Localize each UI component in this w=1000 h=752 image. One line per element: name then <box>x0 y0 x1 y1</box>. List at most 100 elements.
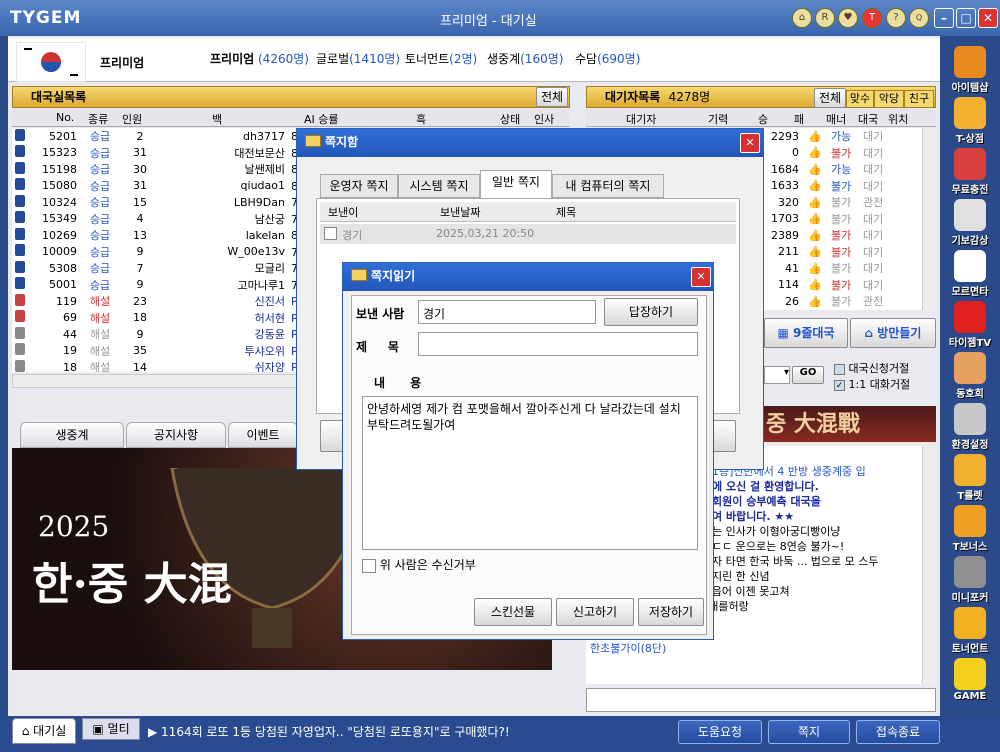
create-room-button[interactable]: ⌂ 방만들기 <box>850 318 936 348</box>
tab-event[interactable]: 이벤트 <box>228 422 298 448</box>
minimize-button[interactable]: – <box>934 8 954 28</box>
book-icon <box>15 161 25 174</box>
block-sender-option[interactable]: 위 사람은 수신거부 <box>362 556 476 573</box>
rank-icon[interactable]: R <box>815 8 835 28</box>
content-label: 내 용 <box>374 376 422 390</box>
mini-poker-icon <box>954 556 986 588</box>
read-note-close-button[interactable]: ✕ <box>691 267 711 287</box>
t-icon[interactable]: T <box>862 8 882 28</box>
sidebar-item-club[interactable]: 동호회 <box>946 352 994 400</box>
roulette-icon <box>954 454 986 486</box>
stat-live[interactable]: 생중계(160명) <box>487 50 563 67</box>
stat-premium[interactable]: 프리미엄 (4260명) <box>210 50 309 67</box>
sidebar-item-roulette[interactable]: T룰렛 <box>946 454 994 502</box>
sidebar-item-free-charge[interactable]: 무료충전 <box>946 148 994 196</box>
chat-line: ㄷㄷ 운으로는 8연승 불가~! <box>712 540 845 553</box>
t-store-icon <box>954 97 986 129</box>
report-button[interactable]: 신고하기 <box>556 598 634 626</box>
wait-tab-villain[interactable]: 악당 <box>874 90 904 108</box>
tab-live[interactable]: 생중계 <box>20 422 124 448</box>
quiz-icon[interactable]: Q <box>909 8 929 28</box>
chat-scrollbar[interactable] <box>922 446 936 684</box>
tab-notice[interactable]: 공지사항 <box>126 422 226 448</box>
note-row-checkbox[interactable] <box>324 227 337 240</box>
maximize-button[interactable]: □ <box>956 8 976 28</box>
bulb-icon[interactable]: ? <box>886 8 906 28</box>
tab-admin-note[interactable]: 운영자 쪽지 <box>320 174 398 198</box>
kifu-icon <box>954 199 986 231</box>
thumb-icon: 👍 <box>808 129 822 143</box>
reject-chat-option[interactable]: ✓ 1:1 대화거절 <box>834 376 910 392</box>
thumb-icon: 👍 <box>808 162 822 176</box>
note-list-action-button-2[interactable] <box>712 420 736 452</box>
wait-tab-friend[interactable]: 친구 <box>904 90 934 108</box>
book-icon <box>15 227 25 240</box>
sender-field[interactable]: 경기 <box>418 300 596 324</box>
reject-game-option[interactable]: 대국신청거절 <box>834 360 909 376</box>
chat-banner[interactable]: 중 大混戰 <box>760 406 936 442</box>
stat-global[interactable]: 글로벌(1410명) <box>316 50 400 67</box>
sidebar-item-tv[interactable]: 타이젬TV <box>946 301 994 349</box>
sidebar-item-shop[interactable]: 아이템샵 <box>946 46 994 94</box>
wait-list-scrollbar[interactable] <box>922 128 936 310</box>
tournament-icon <box>954 607 986 639</box>
go-dropdown[interactable]: ▾ <box>764 366 790 384</box>
app-logo: TYGEM <box>10 8 82 28</box>
book-icon <box>15 145 25 158</box>
sidebar-item-help[interactable]: 모르면타 <box>946 250 994 298</box>
stat-sudam[interactable]: 수담(690명) <box>575 50 640 67</box>
quit-button[interactable]: 접속종료 <box>856 720 940 744</box>
free-charge-icon <box>954 148 986 180</box>
thumb-icon: 👍 <box>808 212 822 226</box>
subject-field[interactable] <box>418 332 698 356</box>
chat-line: 지린 한 신념 <box>712 570 770 583</box>
sidebar-item-bonus[interactable]: T보너스 <box>946 505 994 553</box>
thumb-icon: 👍 <box>808 195 822 209</box>
multi-tab[interactable]: ▣ 멀티 <box>82 718 140 740</box>
chat-input[interactable] <box>586 688 936 712</box>
game-icon <box>954 658 986 690</box>
news-ticker[interactable]: ▶ 1164회 로또 1등 당첨된 자영업자.. "당첨된 로또용지"로 구매했… <box>148 723 510 740</box>
gift-skin-button[interactable]: 스킨선물 <box>474 598 552 626</box>
note-box-close-button[interactable]: ✕ <box>740 133 760 153</box>
read-note-titlebar: 쪽지읽기 <box>343 263 713 291</box>
stat-tournament[interactable]: 토너먼트(2명) <box>405 50 477 67</box>
tab-general-note[interactable]: 일반 쪽지 <box>480 170 552 198</box>
content-field[interactable]: 안녕하세영 제가 컴 포맷을해서 깔아주신게 다 날라갔는데 설치 부탁드려도될… <box>362 396 698 550</box>
open-envelope-icon <box>351 269 367 281</box>
help-button[interactable]: 도움요청 <box>678 720 762 744</box>
club-icon <box>954 352 986 384</box>
chat-line: 는 인사가 이형아궁디빵이냥 <box>712 525 841 538</box>
note-button[interactable]: 쪽지 <box>768 720 850 744</box>
go-button[interactable]: GO <box>792 366 824 384</box>
lobby-tab[interactable]: ⌂ 대기실 <box>12 718 76 744</box>
handicap-game-button[interactable]: ▦ 9줄대국 <box>764 318 848 348</box>
home-icon[interactable]: ⌂ <box>792 8 812 28</box>
sidebar-item-mini-poker[interactable]: 미니포커 <box>946 556 994 604</box>
close-button[interactable]: ✕ <box>978 8 998 28</box>
game-filter-button[interactable]: 전체 <box>536 87 568 107</box>
wait-tab-rival[interactable]: 맞수 <box>846 90 874 108</box>
sidebar-item-tournament[interactable]: 토너먼트 <box>946 607 994 655</box>
note-row[interactable]: 경기 2025,03,21 20:50 <box>320 224 736 244</box>
sidebar-item-game[interactable]: GAME <box>946 658 994 702</box>
book-icon <box>15 277 25 290</box>
tab-local-note[interactable]: 내 컴퓨터의 쪽지 <box>552 174 664 198</box>
sidebar-item-t-store[interactable]: T-상점 <box>946 97 994 145</box>
badge-icon[interactable]: ♥ <box>838 8 858 28</box>
book-icon <box>15 244 25 257</box>
wait-tab-all[interactable]: 전체 <box>814 88 846 108</box>
chat-user-tag[interactable]: 한초불가이(8단) <box>590 640 666 656</box>
help-icon <box>954 250 986 282</box>
tab-system-note[interactable]: 시스템 쪽지 <box>398 174 480 198</box>
shop-icon <box>954 46 986 78</box>
save-note-button[interactable]: 저장하기 <box>638 598 704 626</box>
sidebar-item-settings[interactable]: 환경설정 <box>946 403 994 451</box>
book-icon <box>15 178 25 191</box>
reply-button[interactable]: 답장하기 <box>604 298 698 326</box>
sidebar-item-kifu[interactable]: 기보감상 <box>946 199 994 247</box>
window-title: 프리미엄 - 대기실 <box>440 14 537 29</box>
title-bar: TYGEM 프리미엄 - 대기실 ⌂ R ♥ T ? Q – □ ✕ <box>0 0 1000 36</box>
promo-headline: 한·중 大混 <box>32 559 232 610</box>
note-list-action-button[interactable] <box>320 420 344 452</box>
